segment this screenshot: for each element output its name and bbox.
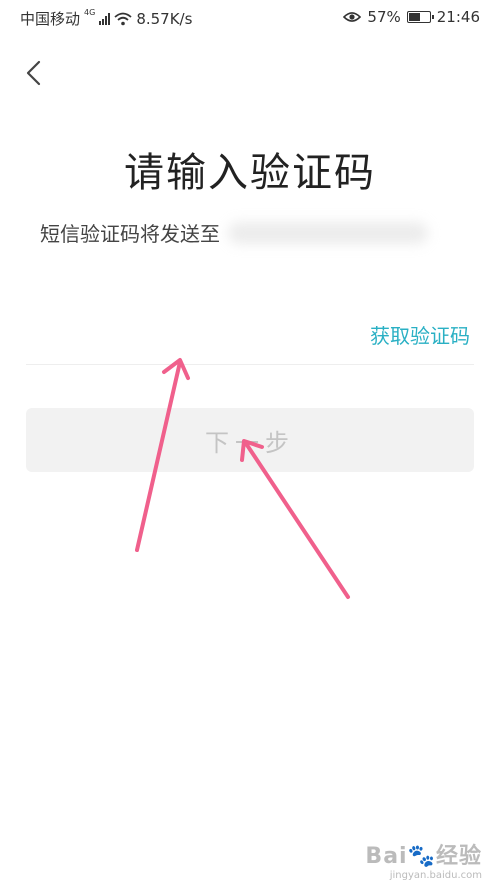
get-code-button[interactable]: 获取验证码 — [370, 320, 470, 349]
battery-icon — [406, 11, 434, 23]
baidu-jingyan-watermark: Bai🐾经验 jingyan.baidu.com — [365, 838, 482, 881]
network-speed: 8.57K/s — [136, 9, 193, 28]
watermark-brand: Bai🐾经验 — [365, 844, 482, 869]
watermark-url: jingyan.baidu.com — [389, 870, 482, 881]
next-button[interactable]: 下一步 — [26, 408, 474, 472]
verification-code-input[interactable] — [26, 316, 330, 354]
status-right: 57% 21:46 — [343, 8, 480, 26]
network-type: 4G — [84, 8, 96, 17]
battery-percent: 57% — [367, 8, 401, 26]
status-bar: 中国移动 4G 8.57K/s 57% 21:46 — [0, 0, 500, 36]
chevron-left-icon — [26, 60, 41, 86]
eye-icon — [343, 12, 362, 22]
page-title: 请输入验证码 — [124, 150, 376, 196]
sms-hint: 短信验证码将发送至 — [40, 218, 428, 247]
verification-code-row: 获取验证码 — [26, 306, 474, 365]
back-button[interactable] — [18, 58, 48, 88]
sms-hint-text: 短信验证码将发送至 — [40, 222, 220, 246]
status-left: 中国移动 4G 8.57K/s — [20, 8, 192, 29]
paw-icon: 🐾 — [407, 844, 436, 869]
signal-icon — [99, 12, 111, 25]
clock: 21:46 — [436, 8, 480, 26]
wifi-icon — [114, 12, 132, 25]
blurred-phone-number — [228, 221, 428, 244]
carrier-label: 中国移动 — [20, 10, 81, 28]
